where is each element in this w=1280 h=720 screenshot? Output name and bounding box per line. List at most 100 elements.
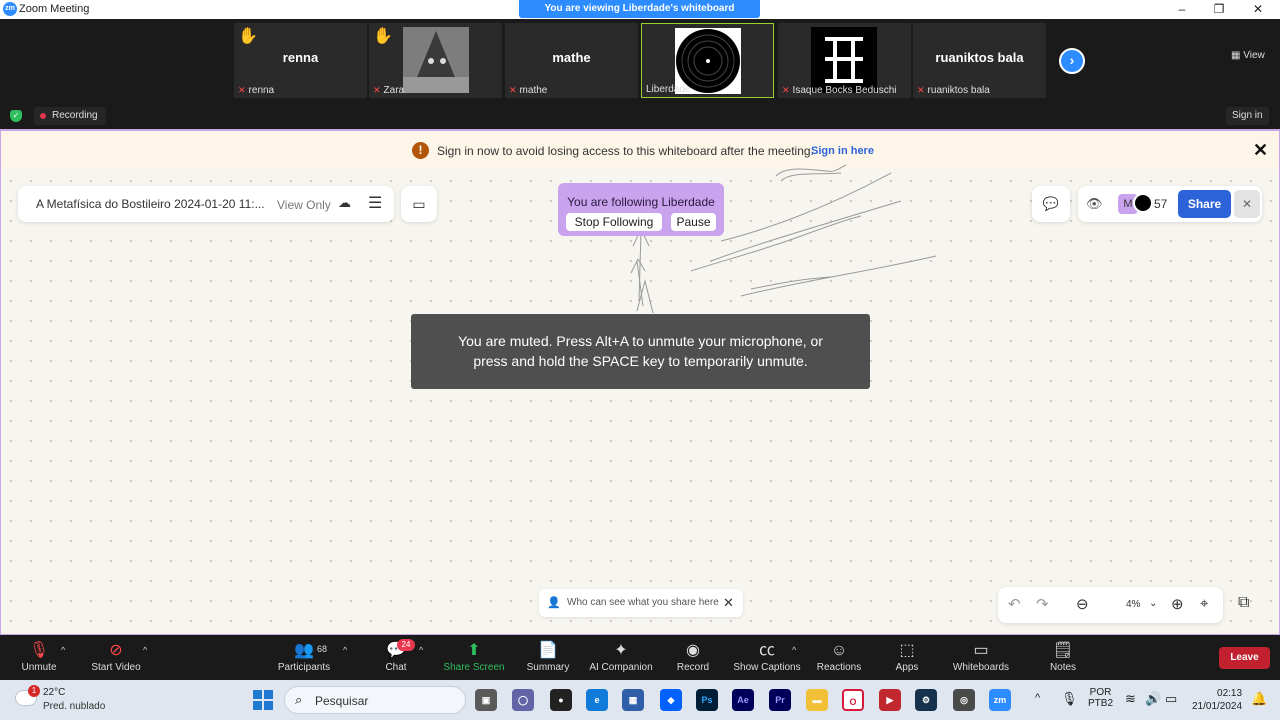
video-tile[interactable]: ✋ renna ✕ renna	[234, 23, 367, 98]
obs-studio-icon[interactable]: ◎	[953, 689, 975, 711]
view-layout-button[interactable]: ▦ View	[1231, 50, 1265, 61]
muted-mic-icon: ✕	[782, 85, 790, 95]
present-icon[interactable]: ▭	[401, 186, 437, 222]
photoshop-icon[interactable]: Ps	[696, 689, 718, 711]
audio-options-chevron-icon[interactable]: ^	[61, 645, 65, 655]
whiteboard-canvas[interactable]: ! Sign in now to avoid losing access to …	[0, 129, 1280, 635]
warning-icon: !	[412, 142, 429, 159]
comment-icon[interactable]: 💬	[1032, 186, 1070, 222]
undo-icon[interactable]: ↶	[1008, 595, 1021, 613]
zoom-level[interactable]: 4%	[1126, 599, 1140, 610]
steam-icon[interactable]: ⚙	[915, 689, 937, 711]
unmute-button[interactable]: 🎙 Unmute	[18, 640, 60, 673]
reactions-button[interactable]: ☺ Reactions	[815, 640, 863, 673]
video-options-chevron-icon[interactable]: ^	[143, 645, 147, 655]
file-explorer-icon[interactable]: ▬	[806, 689, 828, 711]
minimap-icon[interactable]: ⧉	[1238, 594, 1249, 612]
tile-label: ✕ Isaque Bocks Beduschi	[782, 85, 897, 96]
tile-name-large: renna	[282, 50, 319, 65]
viewing-whiteboard-banner[interactable]: You are viewing Liberdade's whiteboard	[519, 0, 760, 18]
volume-icon[interactable]: 🔊	[1145, 691, 1161, 707]
whiteboard-icon: ▭	[973, 642, 989, 659]
chevron-down-icon[interactable]: ⌄	[1149, 598, 1157, 609]
visibility-eye-icon[interactable]: 👁	[1086, 196, 1103, 212]
teams-chat-icon[interactable]: ◯	[512, 689, 534, 711]
close-tip-button[interactable]: ✕	[723, 589, 734, 617]
video-tile[interactable]: ruaniktos bala ✕ ruaniktos bala	[913, 23, 1046, 98]
media-player-icon[interactable]: ▶	[879, 689, 901, 711]
whiteboards-button[interactable]: ▭ Whiteboards	[950, 640, 1012, 673]
battery-icon[interactable]: ▭	[1165, 691, 1177, 707]
sign-in-button[interactable]: Sign in	[1226, 107, 1269, 125]
who-can-see-text[interactable]: Who can see what you share here	[567, 589, 719, 617]
notes-icon: 🗒	[1052, 642, 1074, 659]
security-shield-icon[interactable]: ✓	[10, 110, 22, 122]
share-screen-button[interactable]: ⬆ Share Screen	[442, 640, 506, 673]
collaborator-count[interactable]: 57	[1154, 197, 1167, 211]
participants-options-chevron-icon[interactable]: ^	[343, 645, 347, 655]
hamburger-menu-icon[interactable]: ☰	[368, 193, 382, 213]
zoom-app-icon[interactable]: zm	[989, 689, 1011, 711]
captions-options-chevron-icon[interactable]: ^	[792, 645, 796, 655]
chat-options-chevron-icon[interactable]: ^	[419, 645, 423, 655]
video-tile[interactable]: ✕ Isaque Bocks Beduschi	[778, 23, 911, 98]
close-panel-button[interactable]: ✕	[1234, 190, 1260, 218]
warning-text: Sign in now to avoid losing access to th…	[437, 144, 814, 158]
leave-meeting-button[interactable]: Leave	[1219, 647, 1270, 669]
wifi-icon[interactable]: ≋	[1125, 691, 1136, 707]
pause-following-button[interactable]: Pause	[671, 213, 716, 231]
windows-start-icon[interactable]	[253, 690, 273, 710]
microsoft-store-icon[interactable]: ▦	[622, 689, 644, 711]
task-view-icon[interactable]: ▣	[475, 689, 497, 711]
meeting-controls-bar: 🎙 Unmute ^ ⊘ Start Video ^ 👥 Participant…	[0, 636, 1280, 680]
collaborator-avatar-dark[interactable]	[1133, 193, 1153, 213]
taskbar-search-box[interactable]: ⌕ Pesquisar	[284, 686, 466, 714]
minimize-button[interactable]: –	[1164, 0, 1200, 19]
video-strip: ✋ renna ✕ renna ✋ ✕ Zara mathe ✕ mathe Libe…	[0, 19, 1280, 103]
stop-following-button[interactable]: Stop Following	[566, 213, 662, 231]
close-warning-button[interactable]: ✕	[1253, 140, 1268, 161]
share-panel: 👁 M 57 Share ✕	[1078, 186, 1262, 222]
sign-in-here-link[interactable]: Sign in here	[811, 145, 874, 157]
summary-button[interactable]: 📄 Summary	[524, 640, 572, 673]
locate-icon[interactable]: ⌖	[1200, 595, 1208, 612]
weather-description[interactable]: Pred. nublado	[43, 701, 105, 712]
next-participants-button[interactable]: ›	[1059, 48, 1085, 74]
apps-icon: ⬚	[899, 642, 915, 659]
zoom-out-icon[interactable]: ⊖	[1076, 595, 1089, 613]
record-icon: ◉	[686, 642, 700, 659]
zoom-in-icon[interactable]: ⊕	[1171, 595, 1184, 613]
chat-unread-badge: 24	[397, 639, 415, 651]
close-window-button[interactable]: ✕	[1240, 0, 1276, 19]
notifications-bell-icon[interactable]: 🔔	[1251, 691, 1267, 707]
davinci-resolve-icon[interactable]: ●	[550, 689, 572, 711]
whiteboard-title[interactable]: A Metafísica do Bostileiro 2024-01-20 11…	[36, 197, 265, 211]
video-tile[interactable]: mathe ✕ mathe	[505, 23, 638, 98]
weather-temperature[interactable]: 22°C	[43, 687, 65, 698]
tile-label: ✕ renna	[238, 85, 275, 96]
system-clock[interactable]: 02:13 21/01/2024	[1192, 687, 1242, 713]
weather-alert-badge: 1	[28, 685, 40, 697]
language-indicator[interactable]: POR PTB2	[1088, 687, 1113, 709]
video-tile[interactable]: ✋ ✕ Zara	[369, 23, 502, 98]
opera-browser-icon[interactable]: O	[842, 689, 864, 711]
microphone-tray-icon[interactable]: 🎙	[1061, 691, 1078, 707]
premiere-pro-icon[interactable]: Pr	[769, 689, 791, 711]
apps-button[interactable]: ⬚ Apps	[891, 640, 923, 673]
participants-count: 68	[317, 644, 328, 654]
start-video-button[interactable]: ⊘ Start Video	[88, 640, 144, 673]
share-button[interactable]: Share	[1178, 190, 1231, 218]
maximize-button[interactable]: ❐	[1201, 0, 1237, 19]
redo-icon[interactable]: ↷	[1036, 595, 1049, 613]
record-button[interactable]: ◉ Record	[674, 640, 712, 673]
cloud-saved-icon: ☁	[338, 195, 351, 210]
video-tile-active-speaker[interactable]: Liberdade	[641, 23, 774, 98]
ai-companion-button[interactable]: ✦ AI Companion	[587, 640, 655, 673]
muted-notification-line-1: You are muted. Press Alt+A to unmute you…	[458, 333, 823, 349]
edge-browser-icon[interactable]: e	[586, 689, 608, 711]
show-hidden-icons-chevron[interactable]: ^	[1035, 692, 1040, 704]
dropbox-icon[interactable]: ◆	[660, 689, 682, 711]
recording-indicator[interactable]: Recording	[34, 107, 106, 125]
after-effects-icon[interactable]: Ae	[732, 689, 754, 711]
notes-button[interactable]: 🗒 Notes	[1046, 640, 1080, 673]
